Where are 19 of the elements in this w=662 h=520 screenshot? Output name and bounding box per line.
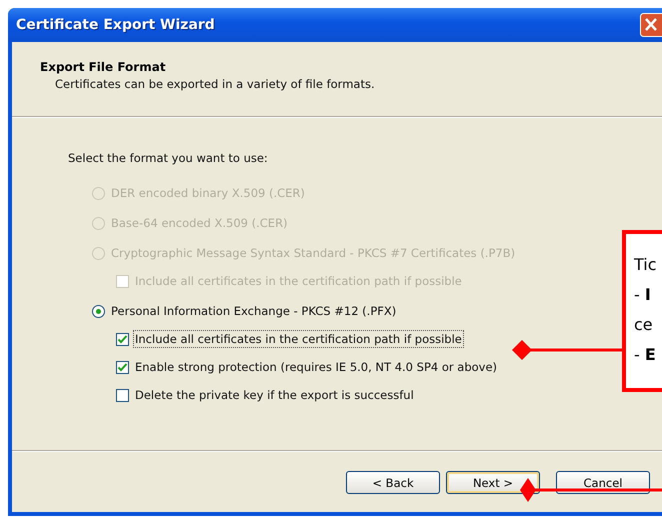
callout-text: - E [634, 344, 657, 366]
wizard-button[interactable]: < Back [346, 471, 440, 494]
callout-text: - I [634, 284, 652, 306]
callout-text: Tic [634, 254, 658, 276]
page-heading: Export File Format [40, 60, 167, 74]
option-label[interactable]: Personal Information Exchange - PKCS #12 (.PFX) [109, 302, 398, 320]
prompt-text: Select the format you want to use: [68, 151, 269, 165]
radio-button[interactable] [92, 304, 105, 318]
callout-text: ce [634, 314, 654, 336]
option-label[interactable]: Delete the private key if the export is successful [133, 386, 416, 404]
close-icon[interactable] [640, 13, 662, 37]
option-label[interactable]: Enable strong protection (requires IE 5.0, NT 4.0 SP4 or above) [133, 358, 500, 376]
option-label[interactable]: Include all certificates in the certification path if possible [133, 330, 464, 348]
checkbox[interactable] [116, 360, 129, 374]
page-description: Certificates can be exported in a variety of file formats. [54, 76, 376, 91]
checkbox[interactable] [116, 388, 129, 402]
wizard-button[interactable]: Next > [446, 471, 540, 494]
window-title: Certificate Export Wizard [16, 17, 216, 33]
checkbox[interactable] [116, 332, 129, 346]
